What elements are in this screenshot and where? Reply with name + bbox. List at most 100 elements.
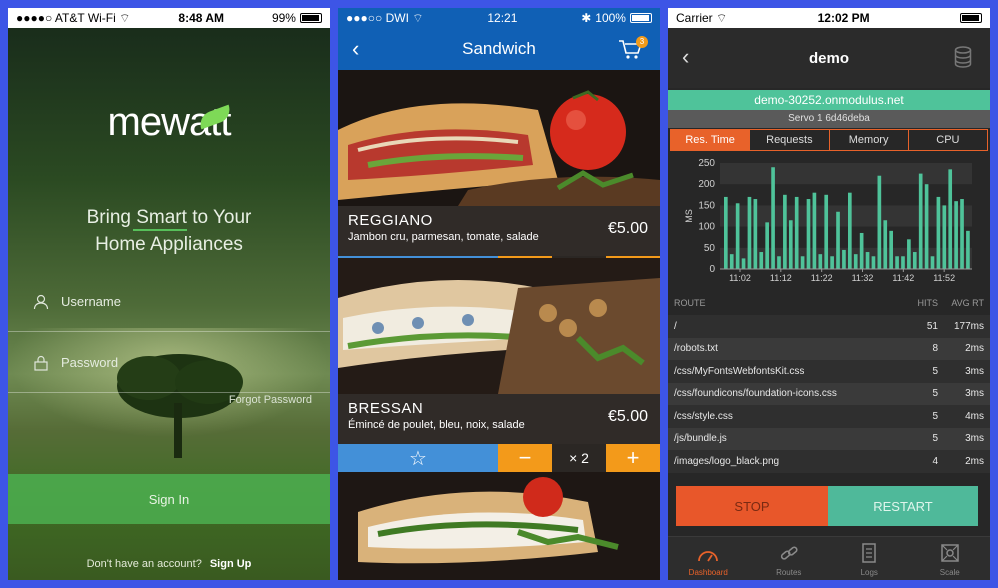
- back-button[interactable]: ‹: [682, 44, 689, 70]
- favorite-button[interactable]: ☆: [338, 444, 498, 472]
- link-icon: [780, 546, 798, 560]
- avg-cell: 3ms: [965, 433, 984, 445]
- username-placeholder: Username: [61, 294, 121, 309]
- table-row[interactable]: /robots.txt 8 2ms: [668, 337, 990, 360]
- table-row[interactable]: /js/bundle.js 5 3ms: [668, 427, 990, 450]
- tab-requests[interactable]: Requests: [750, 130, 830, 150]
- table-row[interactable]: /css/MyFontsWebfontsKit.css 5 3ms: [668, 360, 990, 383]
- route-cell: /js/bundle.js: [674, 433, 727, 445]
- battery-fill: [631, 15, 650, 21]
- chart-band: [720, 163, 972, 185]
- chart-bar: [883, 220, 888, 269]
- scale-icon: [941, 544, 959, 562]
- sign-in-button[interactable]: Sign In: [8, 474, 330, 524]
- table-row[interactable]: / 51 177ms: [668, 315, 990, 338]
- y-tick-label: 250: [698, 158, 715, 169]
- chart-bar: [954, 201, 958, 269]
- tagline: Bring Smart to Your Home Appliances: [8, 204, 330, 258]
- tab-memory[interactable]: Memory: [830, 130, 909, 150]
- route-cell: /robots.txt: [674, 343, 718, 355]
- password-field[interactable]: Password: [8, 333, 330, 393]
- metric-tabs: Res. Time Requests Memory CPU: [670, 129, 988, 151]
- bluetooth-icon: ✱: [581, 11, 592, 25]
- product-card: REGGIANO Jambon cru, parmesan, tomate, s…: [338, 70, 660, 284]
- y-tick-label: 0: [709, 264, 715, 275]
- route-cell: /css/MyFontsWebfontsKit.css: [674, 365, 805, 377]
- sign-up-link[interactable]: Sign Up: [210, 558, 252, 570]
- quantity-label: × 2: [552, 444, 606, 472]
- battery-icon: [629, 13, 652, 23]
- routes-table: / 51 177ms /robots.txt 8 2ms /css/MyFontsWeb…: [668, 315, 990, 473]
- battery-area: 99%: [272, 11, 322, 25]
- response-time-chart: 0 50 100 150 200 250 MS 11:02 11:12 11:22 11:32 11:…: [668, 151, 990, 291]
- hits-cell: 51: [926, 320, 938, 332]
- carrier-label: ●●●●○ AT&T Wi-Fi ⌔: [16, 10, 131, 25]
- product-caption: BRESSAN Émincé de poulet, bleu, noix, sa…: [338, 394, 660, 444]
- chart-bar: [729, 254, 734, 269]
- chart-bar: [818, 254, 823, 269]
- username-field[interactable]: Username: [8, 272, 330, 332]
- product-price: €5.00: [607, 408, 648, 425]
- tab-label: Scale: [939, 568, 960, 577]
- chart-bar: [859, 232, 864, 269]
- action-buttons: STOP RESTART: [676, 486, 978, 526]
- tab-scale[interactable]: Scale: [910, 537, 991, 580]
- product-card: BRESSAN Émincé de poulet, bleu, noix, sa…: [338, 258, 660, 472]
- decrease-button[interactable]: −: [498, 444, 552, 472]
- database-icon[interactable]: [954, 46, 972, 68]
- product-actions: ☆ − × 2 +: [338, 444, 660, 472]
- cart-badge: 3: [636, 36, 648, 48]
- password-placeholder: Password: [61, 355, 119, 370]
- tagline-line-1: Bring Smart to Your: [86, 207, 252, 228]
- battery-icon: [299, 13, 322, 23]
- back-button[interactable]: ‹: [352, 36, 359, 62]
- status-bar: Carrier ⌔ 12:02 PM: [668, 8, 990, 28]
- chart-bar: [747, 196, 752, 269]
- restart-button[interactable]: RESTART: [828, 486, 978, 526]
- gauge-icon: [698, 551, 719, 562]
- table-row[interactable]: /css/style.css 5 4ms: [668, 405, 990, 428]
- y-axis-label: MS: [684, 209, 694, 223]
- chart-bar: [771, 167, 775, 269]
- product-price: €5.00: [607, 220, 648, 237]
- product-photo: [338, 70, 660, 206]
- y-tick-label: 150: [698, 200, 715, 211]
- chart-bar: [794, 196, 799, 269]
- star-icon: ☆: [409, 447, 427, 470]
- forgot-password-link[interactable]: Forgot Password: [229, 394, 312, 406]
- table-row[interactable]: /css/foundicons/foundation-icons.css 5 3ms: [668, 382, 990, 405]
- routes-table-header: ROUTE HITS AVG RT: [668, 291, 990, 315]
- hits-cell: 5: [932, 433, 938, 445]
- battery-fill: [301, 15, 319, 21]
- tab-res-time[interactable]: Res. Time: [671, 130, 751, 150]
- avg-cell: 2ms: [965, 455, 984, 467]
- increase-button[interactable]: +: [606, 444, 660, 472]
- chart-bar: [960, 199, 964, 269]
- tab-cpu[interactable]: CPU: [909, 130, 987, 150]
- tab-label: Routes: [776, 568, 802, 577]
- battery-percent: 99%: [271, 11, 296, 25]
- table-row[interactable]: /images/logo_black.png 4 2ms: [668, 450, 990, 473]
- lock-icon: [34, 355, 48, 371]
- chart-bar: [812, 192, 817, 269]
- host-banner: demo-30252.onmodulus.net: [668, 90, 990, 110]
- battery-area: [959, 13, 982, 23]
- battery-area: ✱ 100%: [581, 11, 652, 25]
- servo-label: Servo 1 6d46deba: [668, 110, 990, 128]
- avg-header: AVG RT: [951, 298, 984, 308]
- y-tick-label: 200: [698, 179, 715, 190]
- chart-bar: [865, 252, 870, 269]
- stop-button[interactable]: STOP: [676, 486, 828, 526]
- chart-bar: [765, 222, 769, 269]
- nav-bar: ‹ demo: [668, 28, 990, 88]
- product-description: Émincé de poulet, bleu, noix, salade: [348, 419, 525, 431]
- avg-cell: 3ms: [965, 388, 984, 400]
- chart-band: [720, 205, 972, 227]
- tab-logs[interactable]: Logs: [829, 537, 910, 580]
- status-bar: ●●●○○ DWI ⌔ 12:21 ✱ 100%: [338, 8, 660, 28]
- tab-dashboard[interactable]: Dashboard: [668, 537, 749, 580]
- tab-routes[interactable]: Routes: [749, 537, 830, 580]
- chart-bar: [848, 192, 852, 269]
- chart-bar: [918, 173, 923, 269]
- battery-fill: [961, 15, 980, 21]
